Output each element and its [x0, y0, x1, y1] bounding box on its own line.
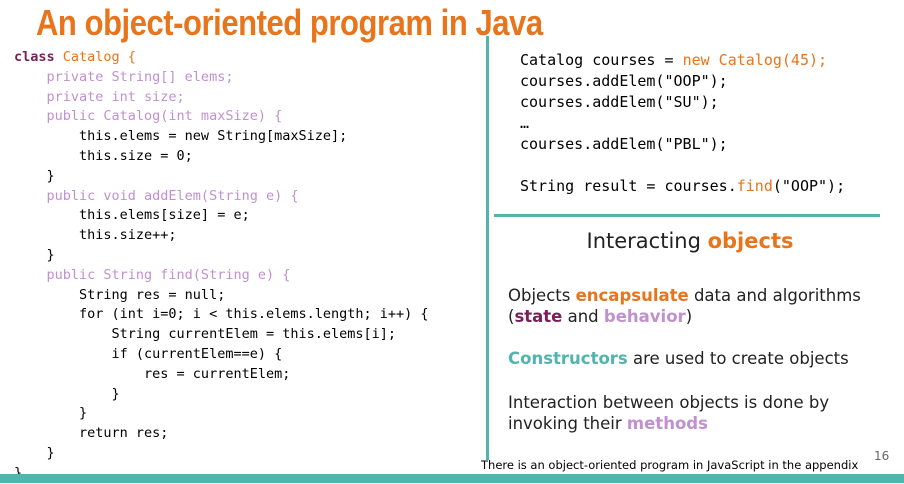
page-number: 16 — [874, 449, 890, 463]
code-line: if (currentElem==e) { — [14, 345, 283, 362]
keyword-behavior: behavior — [603, 307, 686, 326]
section-heading-text: Interacting — [586, 229, 708, 253]
constructor-signature: public Catalog(int maxSize) { — [14, 108, 283, 125]
code-fragment: ("OOP"); — [772, 177, 846, 195]
code-ellipsis: … — [520, 114, 530, 132]
code-line: String result = courses.find("OOP"); — [520, 176, 845, 197]
code-line: this.size = 0; — [14, 147, 193, 164]
code-line: String currentElem = this.elems[i]; — [14, 326, 397, 343]
code-line: Catalog courses = new Catalog(45); — [520, 50, 845, 71]
code-fragment: Catalog courses = — [520, 51, 683, 69]
code-line: } — [14, 167, 55, 184]
code-line: courses.addElem("PBL"); — [520, 135, 728, 153]
code-line: this.elems[size] = e; — [14, 207, 250, 224]
code-line: class Catalog { — [14, 48, 429, 68]
code-line: } — [14, 246, 55, 263]
keyword-constructors: Constructors — [508, 349, 628, 368]
text-fragment: are used to create objects — [627, 349, 849, 368]
code-line: courses.addElem("SU"); — [520, 93, 719, 111]
vertical-divider — [486, 36, 489, 460]
code-fragment: String result = courses. — [520, 177, 737, 195]
horizontal-divider — [494, 214, 880, 217]
method-signature-find: public String find(String e) { — [14, 266, 291, 283]
code-line: this.elems = new String[maxSize]; — [14, 128, 348, 145]
usage-code: Catalog courses = new Catalog(45); cours… — [520, 50, 845, 197]
code-line: } — [14, 405, 88, 422]
paragraph-line: Constructors are used to create objects — [508, 348, 849, 369]
paragraph-interaction: Interaction between objects is done by i… — [508, 392, 829, 434]
section-heading-highlight: objects — [707, 229, 794, 253]
code-line: return res; — [14, 425, 169, 442]
text-fragment: Objects — [508, 286, 576, 305]
code-line: res = currentElem; — [14, 365, 291, 382]
footnote: There is an object-oriented program in J… — [481, 458, 859, 472]
paragraph-line: invoking their methods — [508, 413, 829, 434]
keyword-methods: methods — [626, 414, 708, 433]
code-fragment-find: find — [736, 177, 773, 195]
code-line: } — [14, 385, 120, 402]
catalog-class-code: class Catalog { private String[] elems; … — [14, 48, 429, 484]
section-heading: Interacting objects — [494, 229, 886, 253]
keyword-state: state — [514, 307, 563, 326]
text-fragment: invoking their — [508, 414, 627, 433]
class-keyword: class — [14, 49, 55, 65]
paragraph-encapsulation: Objects encapsulate data and algorithms … — [508, 285, 861, 327]
paragraph-line: Objects encapsulate data and algorithms — [508, 285, 861, 306]
paragraph-line: Interaction between objects is done by — [508, 393, 830, 412]
code-line: } — [14, 444, 55, 461]
code-line: this.size++; — [14, 227, 177, 244]
class-name: Catalog { — [54, 49, 136, 65]
bottom-accent-bar — [0, 474, 904, 483]
text-fragment: ) — [685, 307, 693, 326]
code-fragment-new: new Catalog(45); — [682, 51, 828, 69]
paragraph-constructors: Constructors are used to create objects — [508, 348, 849, 369]
keyword-encapsulate: encapsulate — [575, 286, 689, 305]
text-fragment: data and algorithms — [688, 286, 861, 305]
code-line: courses.addElem("OOP"); — [520, 72, 728, 90]
text-fragment: and — [562, 307, 604, 326]
slide-title: An object-oriented program in Java — [36, 2, 543, 43]
paragraph-line: (state and behavior) — [508, 306, 861, 327]
code-line: private String[] elems; — [14, 68, 234, 85]
code-line: for (int i=0; i < this.elems.length; i++… — [14, 306, 429, 323]
method-signature-addelem: public void addElem(String e) { — [14, 187, 299, 204]
code-line: private int size; — [14, 88, 185, 105]
code-line: String res = null; — [14, 286, 226, 303]
